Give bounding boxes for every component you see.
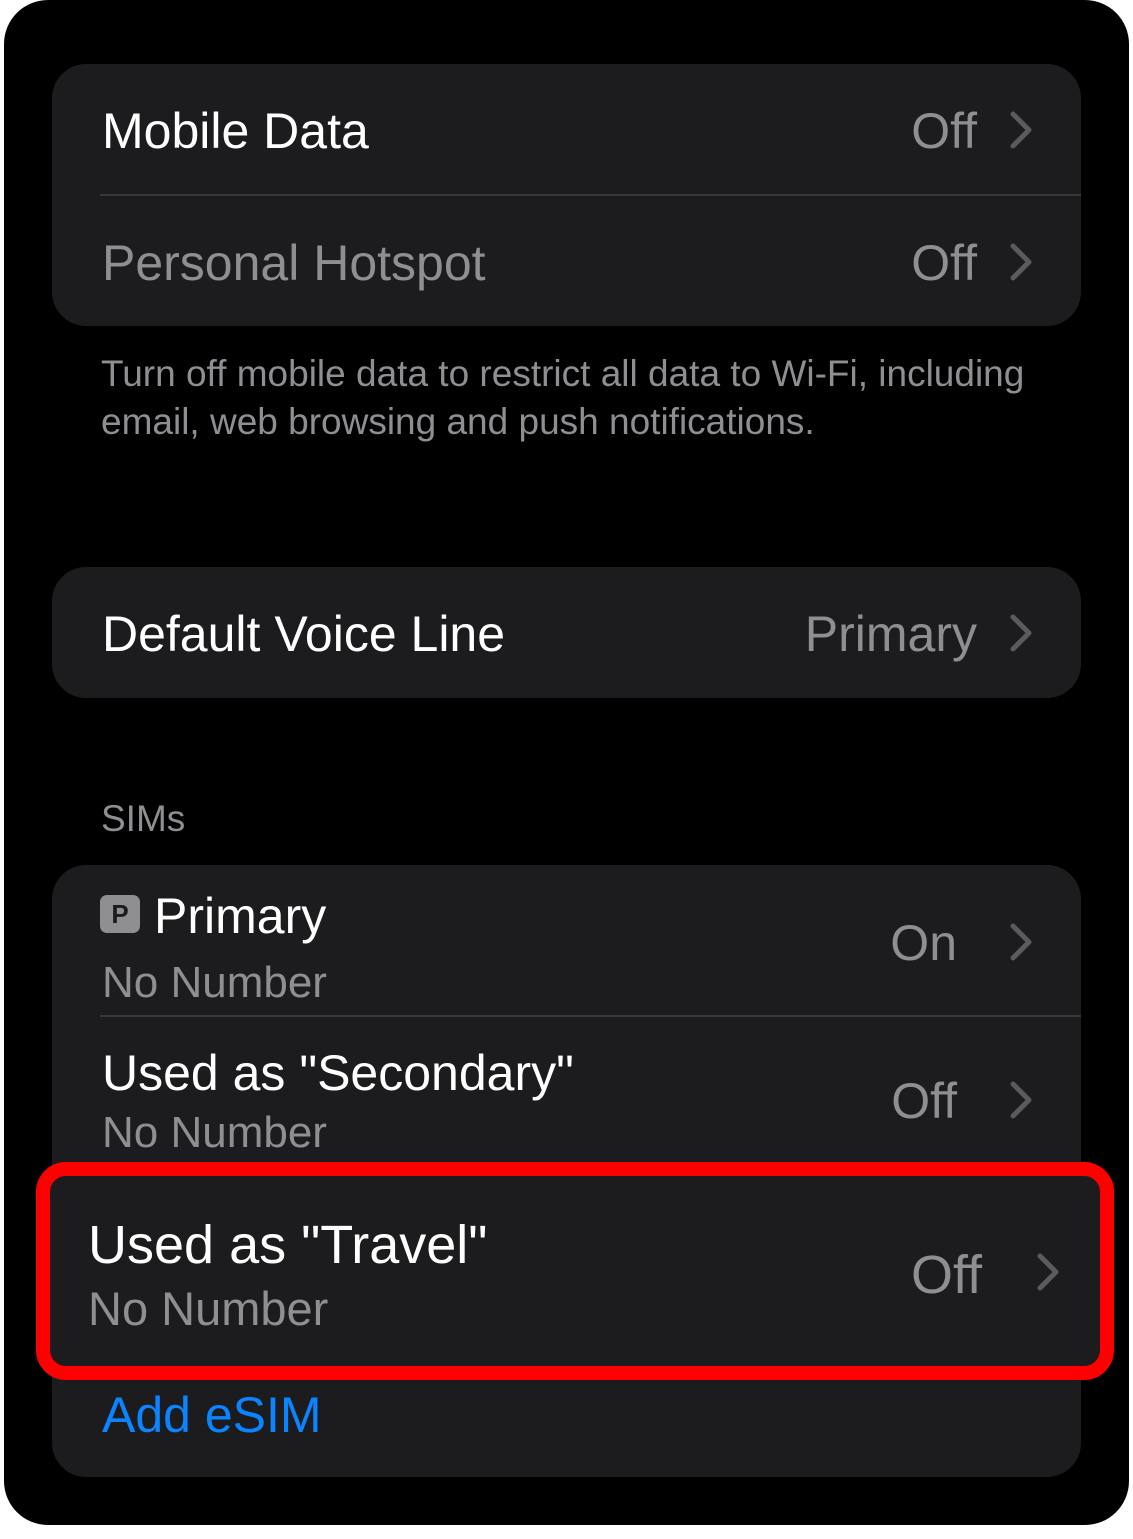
chevron-right-icon [1009,922,1033,962]
personal-hotspot-label: Personal Hotspot [102,235,486,291]
sim-status: Off [910,1245,982,1305]
default-voice-line-row[interactable]: Default Voice Line Primary [52,567,1081,698]
mobile-data-label: Mobile Data [102,103,369,159]
sim-subtitle: No Number [102,958,327,1007]
sims-section-header: SIMs [101,798,186,839]
sim-subtitle: No Number [102,1108,327,1157]
voice-line-group: Default Voice Line Primary [52,567,1081,698]
add-esim-link[interactable]: Add eSIM [102,1390,322,1440]
mobile-data-footer-text: Turn off mobile data to restrict all dat… [101,353,1025,442]
sim-label: Primary [154,888,327,944]
default-voice-line-label: Default Voice Line [102,606,506,662]
default-voice-line-value: Primary [804,606,977,662]
sim-row-primary[interactable]: P Primary No Number On [52,865,1081,1016]
sim-subtitle: No Number [88,1282,329,1335]
mobile-data-group: Mobile Data Off Personal Hotspot Off [52,64,1081,326]
sim-status: Off [891,1073,957,1129]
chevron-right-icon [1009,613,1033,653]
personal-hotspot-value: Off [911,235,977,291]
sim-row-secondary[interactable]: Used as "Secondary" No Number Off [52,1016,1081,1166]
sim-status: On [890,915,957,971]
chevron-right-icon [1009,1080,1033,1120]
sim-row-travel[interactable]: Used as "Travel" No Number Off [50,1176,1100,1366]
chevron-right-icon [1036,1252,1060,1292]
sim-label: Used as "Travel" [88,1215,488,1275]
personal-hotspot-row[interactable]: Personal Hotspot Off [52,195,1081,326]
sim-row-travel-highlighted[interactable]: Used as "Travel" No Number Off [36,1162,1114,1380]
mobile-data-row[interactable]: Mobile Data Off [52,64,1081,195]
primary-sim-badge-icon: P [100,895,140,933]
settings-screen: Mobile Data Off Personal Hotspot Off Tur… [4,0,1129,1525]
chevron-right-icon [1009,110,1033,150]
mobile-data-value: Off [911,103,977,159]
chevron-right-icon [1009,242,1033,282]
sim-label: Used as "Secondary" [102,1045,574,1101]
